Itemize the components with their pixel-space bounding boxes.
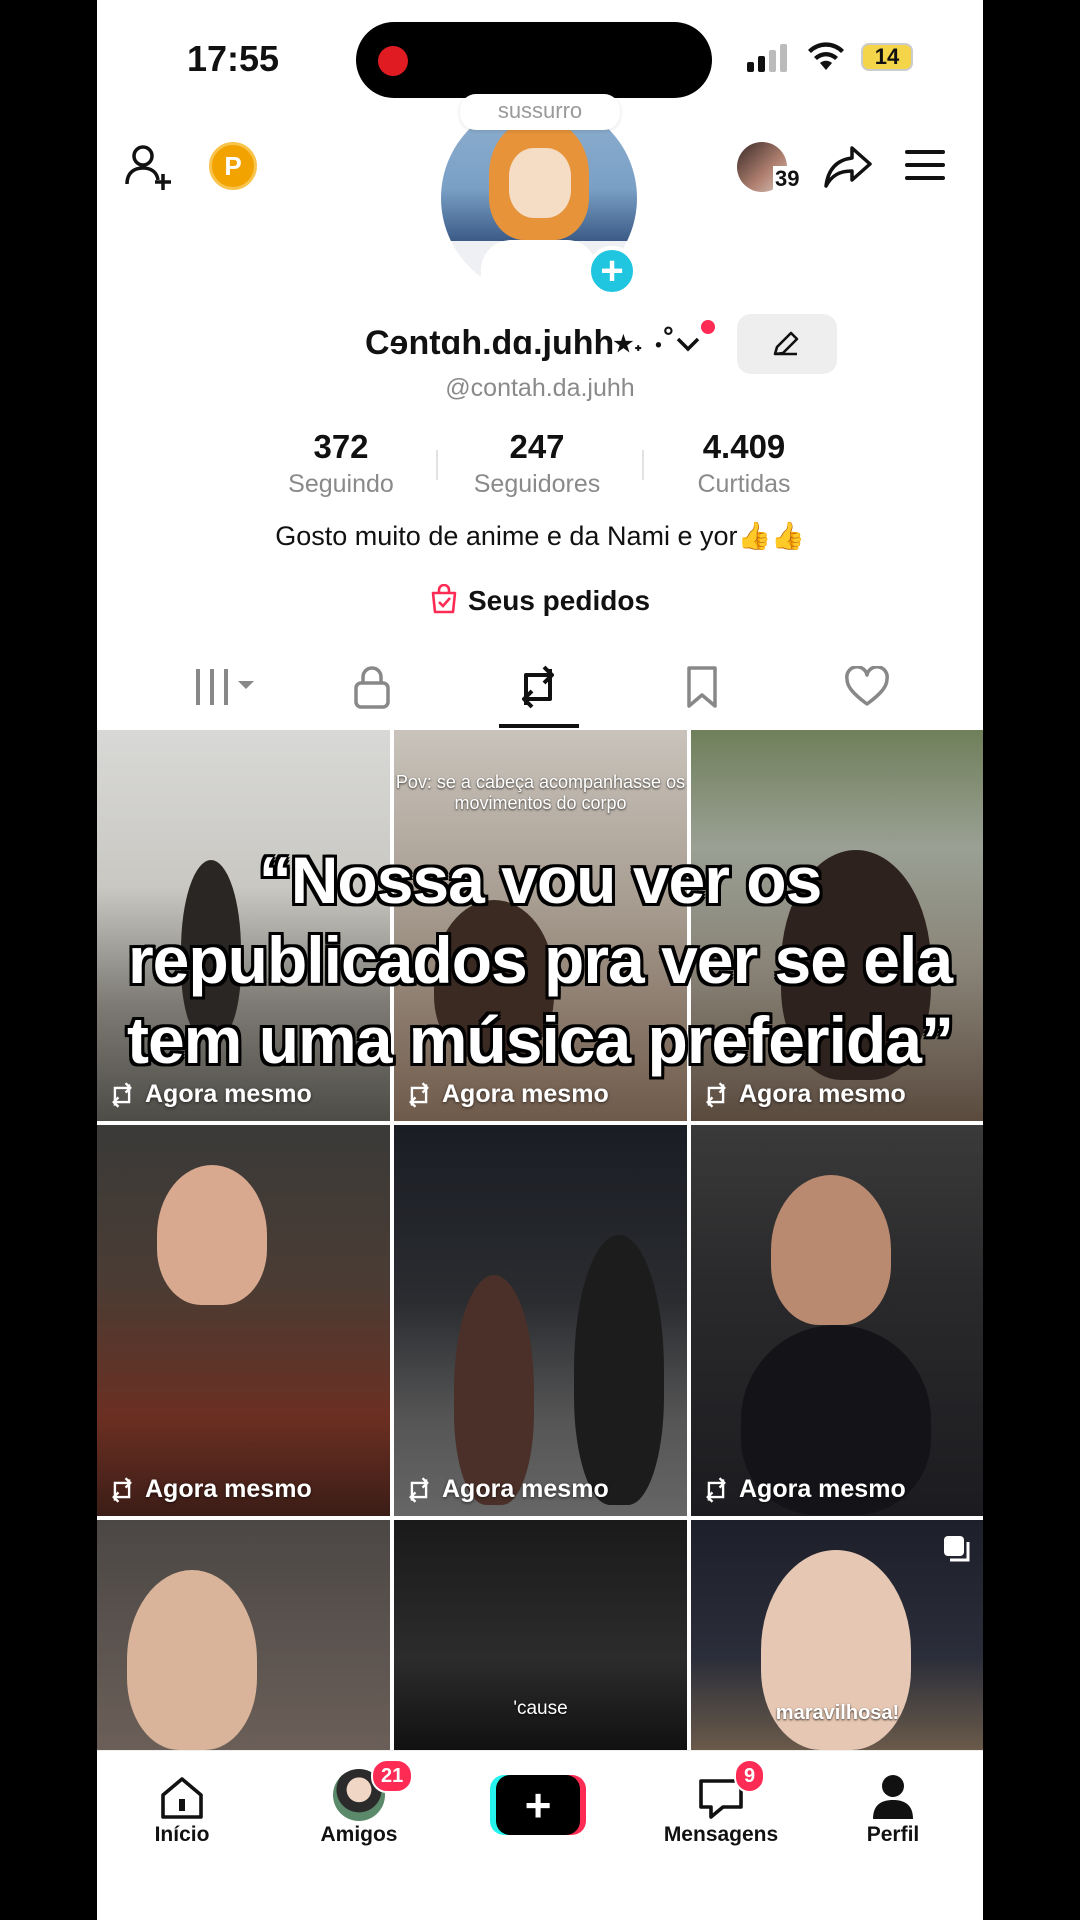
- repost-meta: Agora mesmo: [107, 1475, 312, 1504]
- stat-likes[interactable]: 4.409 Curtidas: [654, 428, 834, 499]
- profile-bio: Gosto muito de anime e da Nami e yor👍👍: [275, 521, 805, 551]
- nav-friends-label: Amigos: [320, 1823, 398, 1846]
- person-icon: [873, 1775, 913, 1819]
- stat-label: Seguidores: [473, 470, 601, 498]
- orders-label: Seus pedidos: [467, 585, 651, 616]
- video-caption: Pov: se a cabeça acompanhasse os movimen…: [395, 772, 686, 813]
- messages-badge: 9: [734, 1759, 766, 1793]
- stat-value: 372: [313, 428, 369, 465]
- video-thumbnail[interactable]: Agora mesmo: [691, 1125, 983, 1516]
- plus-icon: +: [496, 1775, 580, 1835]
- nav-home[interactable]: Início: [122, 1765, 242, 1847]
- chevron-down-icon[interactable]: [675, 334, 701, 354]
- repost-icon: [706, 1081, 726, 1108]
- nav-home-label: Início: [154, 1823, 210, 1846]
- overlay-caption: “Nossa vou ver os republicados pra ver s…: [127, 843, 954, 1077]
- profile-tabs: [97, 650, 983, 730]
- stat-value: 247: [509, 428, 565, 465]
- create-button[interactable]: +: [490, 1775, 586, 1835]
- tab-liked[interactable]: [832, 662, 902, 712]
- stat-following[interactable]: 372 Seguindo: [251, 428, 431, 499]
- repost-icon: [409, 1081, 429, 1108]
- video-thumbnail[interactable]: [97, 1520, 390, 1750]
- stat-label: Curtidas: [697, 470, 791, 498]
- tab-reposts[interactable]: [503, 662, 573, 712]
- recording-indicator: [378, 46, 408, 76]
- divider: [436, 450, 438, 480]
- wifi-icon: [808, 42, 844, 70]
- video-caption: 'cause: [513, 1698, 568, 1719]
- stat-label: Seguindo: [288, 470, 394, 498]
- name-row: Cɘntɑh.dɑ.juhh⭑˖ ⋅˚: [97, 314, 983, 374]
- username-handle: @contah.da.juhh: [445, 374, 635, 402]
- repost-time: Agora mesmo: [739, 1080, 906, 1108]
- repost-time: Agora mesmo: [145, 1475, 312, 1503]
- divider: [642, 450, 644, 480]
- orders-link[interactable]: Seus pedidos: [97, 584, 983, 617]
- coin-icon[interactable]: P: [209, 142, 257, 190]
- repost-time: Agora mesmo: [442, 1475, 609, 1503]
- menu-icon[interactable]: [905, 148, 945, 182]
- repost-icon: [112, 1476, 132, 1503]
- multi-image-icon: [944, 1536, 970, 1562]
- repost-time: Agora mesmo: [739, 1475, 906, 1503]
- nav-profile-label: Perfil: [866, 1823, 920, 1846]
- left-letterbox: [0, 0, 97, 1920]
- profile-stats: 372 Seguindo 247 Seguidores 4.409 Curtid…: [97, 428, 983, 508]
- dynamic-island: [356, 22, 712, 98]
- battery-icon: 14: [861, 43, 913, 71]
- repost-meta: Agora mesmo: [404, 1475, 609, 1504]
- clock: 17:55: [187, 38, 280, 79]
- repost-meta: Agora mesmo: [404, 1080, 609, 1109]
- share-icon[interactable]: [822, 140, 874, 192]
- whisper-bubble[interactable]: sussurro: [460, 94, 620, 130]
- pencil-icon: [773, 331, 799, 356]
- repost-icon: [706, 1476, 726, 1503]
- video-thumbnail[interactable]: Agora mesmo: [394, 1125, 687, 1516]
- video-thumbnail[interactable]: maravilhosa!: [691, 1520, 983, 1750]
- video-thumbnail[interactable]: 'cause: [394, 1520, 687, 1750]
- edit-profile-button[interactable]: [737, 314, 837, 374]
- phone-screen: 17:55 14 P 39 sussurro + Cɘntɑh.dɑ.juhh⭑…: [97, 0, 983, 1920]
- bottom-navigation: Início Amigos 21 + Mensagens 9 Perfil: [97, 1750, 983, 1920]
- bookmark-icon: [687, 666, 717, 708]
- grid-icon: [196, 669, 254, 705]
- video-caption: maravilhosa!: [775, 1702, 900, 1724]
- stat-followers[interactable]: 247 Seguidores: [447, 428, 627, 499]
- stat-value: 4.409: [702, 428, 786, 465]
- video-thumbnail[interactable]: Agora mesmo: [97, 1125, 390, 1516]
- add-story-button[interactable]: +: [587, 246, 637, 296]
- heart-icon: [845, 666, 889, 706]
- home-icon: [161, 1777, 203, 1819]
- repost-time: Agora mesmo: [442, 1080, 609, 1108]
- add-friend-icon[interactable]: [123, 140, 175, 192]
- nav-messages-label: Mensagens: [663, 1823, 779, 1846]
- repost-meta: Agora mesmo: [701, 1475, 906, 1504]
- repost-icon: [409, 1476, 429, 1503]
- nav-inbox[interactable]: Mensagens 9: [656, 1759, 786, 1847]
- active-tab-indicator: [499, 724, 579, 728]
- notification-dot: [701, 320, 715, 334]
- tab-private[interactable]: [337, 662, 407, 712]
- profile-visitors-count: 39: [773, 166, 802, 192]
- right-letterbox: [983, 0, 1080, 1920]
- nav-profile[interactable]: Perfil: [833, 1765, 953, 1847]
- tab-favorites[interactable]: [667, 662, 737, 712]
- repost-meta: Agora mesmo: [107, 1080, 312, 1109]
- shopping-bag-icon: [431, 584, 457, 614]
- signal-icon: [747, 44, 787, 72]
- repost-icon: [522, 665, 554, 709]
- lock-icon: [354, 666, 390, 709]
- friends-badge: 21: [371, 1759, 414, 1793]
- display-name[interactable]: Cɘntɑh.dɑ.juhh⭑˖ ⋅˚: [365, 324, 675, 363]
- repost-time: Agora mesmo: [145, 1080, 312, 1108]
- repost-icon: [112, 1081, 132, 1108]
- tab-videos[interactable]: [177, 662, 277, 712]
- nav-friends[interactable]: Amigos 21: [299, 1759, 419, 1847]
- repost-meta: Agora mesmo: [701, 1080, 906, 1109]
